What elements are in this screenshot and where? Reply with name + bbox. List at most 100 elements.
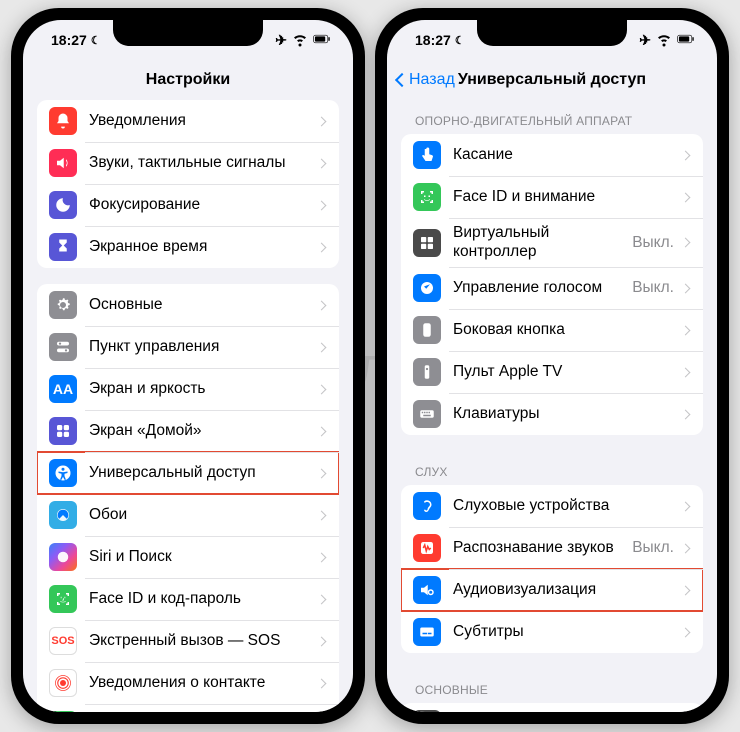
chevron-right-icon (681, 325, 691, 335)
chevron-left-icon (395, 73, 409, 87)
settings-row[interactable]: Боковая кнопка (401, 309, 703, 351)
settings-row[interactable]: Пункт управления (37, 326, 339, 368)
settings-row[interactable]: Уведомления (37, 100, 339, 142)
chevron-right-icon (681, 409, 691, 419)
chevron-right-icon (317, 300, 327, 310)
screen-left: 18:27 ☾ ✈ Настройки Уведомления Звуки, т… (23, 20, 353, 712)
settings-row[interactable]: Фокусирование (37, 184, 339, 226)
back-label: Назад (409, 71, 455, 89)
settings-row[interactable]: Пульт Apple TV (401, 351, 703, 393)
item-label: Face ID и внимание (453, 188, 682, 207)
settings-row[interactable]: Виртуальный контроллер Выкл. (401, 218, 703, 267)
battery-icon (313, 30, 331, 51)
settings-row[interactable]: Уведомления о контакте (37, 662, 339, 704)
battery-icon (677, 30, 695, 51)
item-label: Фокусирование (89, 196, 318, 215)
settings-row[interactable]: Слуховые устройства (401, 485, 703, 527)
item-label: Уведомления о контакте (89, 674, 318, 693)
faceid-attn-icon (413, 183, 441, 211)
screen-right: 18:27 ☾ ✈ Назад Универсальный доступ ОПО… (387, 20, 717, 712)
settings-row[interactable]: Основные (37, 284, 339, 326)
chevron-right-icon (317, 426, 327, 436)
audiovisual-icon (413, 576, 441, 604)
chevron-right-icon (317, 510, 327, 520)
chevron-right-icon (681, 501, 691, 511)
settings-row[interactable]: Face ID и внимание (401, 176, 703, 218)
dnd-moon-icon: ☾ (91, 34, 101, 47)
item-label: Основные (89, 296, 318, 315)
item-label: Экран и яркость (89, 380, 318, 399)
item-label: Уведомления (89, 112, 318, 131)
settings-row[interactable]: Универсальный доступ (37, 452, 339, 494)
settings-row[interactable]: Siri и Поиск (37, 536, 339, 578)
chevron-right-icon (681, 585, 691, 595)
settings-row[interactable]: Экранное время (37, 226, 339, 268)
status-time: 18:27 (415, 32, 451, 48)
item-label: Пульт Apple TV (453, 363, 682, 382)
item-value: Выкл. (632, 234, 674, 252)
list-group: Касание Face ID и внимание Виртуальный к… (401, 134, 703, 435)
item-label: Siri и Поиск (89, 548, 318, 567)
touch-icon (413, 141, 441, 169)
item-label: Виртуальный контроллер (453, 224, 632, 261)
settings-row[interactable]: Обои (37, 494, 339, 536)
moon-icon (49, 191, 77, 219)
faceid-icon (49, 585, 77, 613)
siri-icon (49, 543, 77, 571)
wallpaper-icon (49, 501, 77, 529)
chevron-right-icon (317, 200, 327, 210)
airplane-icon: ✈ (639, 32, 651, 49)
dnd-moon-icon: ☾ (455, 34, 465, 47)
gear-icon (49, 291, 77, 319)
side-button-icon (413, 316, 441, 344)
settings-row[interactable]: Субтитры (401, 611, 703, 653)
sos-icon: SOS (49, 627, 77, 655)
settings-row[interactable]: Аккумулятор (37, 704, 339, 712)
battery-icon (49, 711, 77, 712)
chevron-right-icon (317, 636, 327, 646)
home-grid-icon (49, 417, 77, 445)
accessibility-icon (49, 459, 77, 487)
settings-row[interactable]: Face ID и код-пароль (37, 578, 339, 620)
remote-icon (413, 358, 441, 386)
chevron-right-icon (317, 342, 327, 352)
item-label: Звуки, тактильные сигналы (89, 154, 318, 173)
settings-row[interactable]: Распознавание звуков Выкл. (401, 527, 703, 569)
phone-right: 18:27 ☾ ✈ Назад Универсальный доступ ОПО… (375, 8, 729, 724)
switches-icon (49, 333, 77, 361)
status-time: 18:27 (51, 32, 87, 48)
item-label: Face ID и код-пароль (89, 590, 318, 609)
item-label: Экранное время (89, 238, 318, 257)
item-label: Управление голосом (453, 279, 632, 298)
settings-row[interactable]: Касание (401, 134, 703, 176)
chevron-right-icon (317, 116, 327, 126)
settings-row[interactable]: Управление голосом Выкл. (401, 267, 703, 309)
settings-row[interactable]: SOS Экстренный вызов — SOS (37, 620, 339, 662)
chevron-right-icon (681, 238, 691, 248)
settings-row[interactable]: Клавиатуры (401, 393, 703, 435)
wifi-icon (655, 30, 673, 51)
settings-row[interactable]: Звуки, тактильные сигналы (37, 142, 339, 184)
accessibility-content[interactable]: ОПОРНО-ДВИГАТЕЛЬНЫЙ АППАРАТ Касание Face… (387, 100, 717, 712)
item-label: Аудиовизуализация (453, 581, 682, 600)
bell-icon (49, 107, 77, 135)
item-label: Касание (453, 146, 682, 165)
settings-row[interactable]: AA Экран и яркость (37, 368, 339, 410)
sound-recog-icon (413, 534, 441, 562)
chevron-right-icon (681, 283, 691, 293)
settings-row[interactable]: Экран «Домой» (37, 410, 339, 452)
settings-row[interactable]: Аудиовизуализация (401, 569, 703, 611)
subtitles-icon (413, 618, 441, 646)
item-value: Выкл. (632, 279, 674, 297)
chevron-right-icon (681, 627, 691, 637)
list-group: Гид-доступ Выкл. Siri Быстрая команда Сп… (401, 703, 703, 712)
back-button[interactable]: Назад (397, 71, 455, 89)
lock-icon (413, 710, 441, 712)
chevron-right-icon (317, 594, 327, 604)
notch (113, 20, 263, 46)
section-header: ОСНОВНЫЕ (401, 669, 703, 703)
page-title: Настройки (146, 71, 230, 89)
settings-content[interactable]: Уведомления Звуки, тактильные сигналы Фо… (23, 100, 353, 712)
chevron-right-icon (681, 150, 691, 160)
settings-row[interactable]: Гид-доступ Выкл. (401, 703, 703, 712)
